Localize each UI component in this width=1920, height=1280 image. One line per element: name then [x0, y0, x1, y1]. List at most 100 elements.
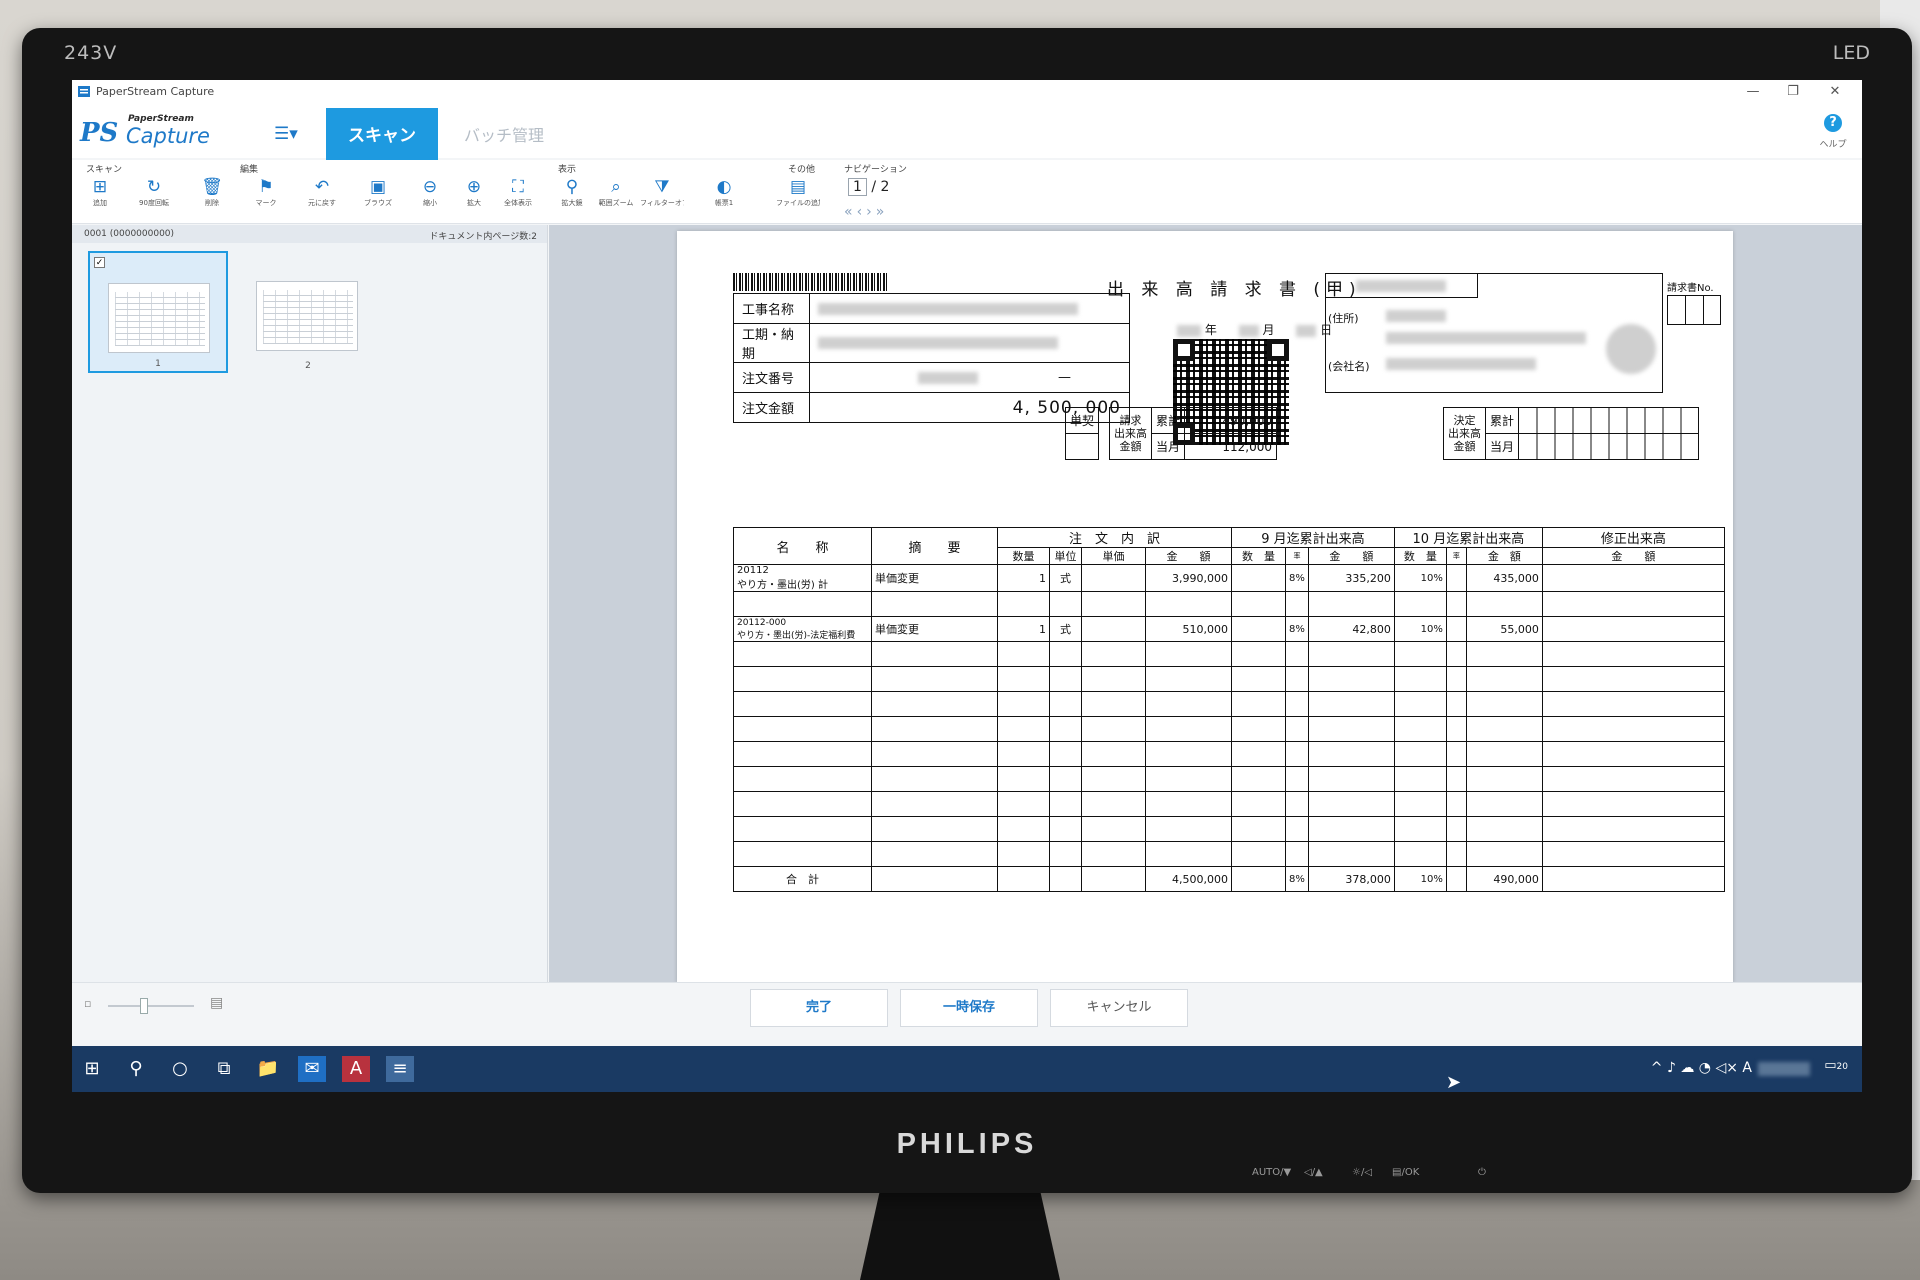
done-button[interactable]: 完了 [750, 989, 888, 1027]
area-zoom-button[interactable]: ⌕ 範囲ズーム [594, 176, 638, 208]
screen: PaperStream Capture — ❐ ✕ PS PaperStream… [72, 80, 1862, 1092]
temp-save-button[interactable]: 一時保存 [900, 989, 1038, 1027]
magnifier-icon: ⚲ [565, 177, 579, 197]
search-icon[interactable]: ⚲ [122, 1056, 150, 1082]
outlook-icon[interactable]: ✉ [298, 1056, 326, 1082]
monitor-stand [860, 1190, 1060, 1280]
osd-volume-button[interactable]: ◁/▲ [1304, 1167, 1323, 1178]
system-tray[interactable]: ^ ♪ ☁ ◔ ◁× A [1651, 1060, 1752, 1076]
browse-button[interactable]: ▣ ブラウズ [356, 176, 400, 208]
cortana-icon[interactable]: ○ [166, 1056, 194, 1082]
thumbnail-image [256, 281, 358, 351]
field-label: 工事名称 [733, 293, 810, 324]
slider-handle[interactable] [140, 998, 148, 1014]
filter-off-button[interactable]: ⧩ フィルターオフ [640, 176, 684, 208]
batch-id: 0001 (0000000000) [84, 229, 175, 239]
start-icon[interactable]: ⊞ [78, 1056, 106, 1082]
paperstream-taskbar-icon[interactable]: ≡ [386, 1056, 414, 1082]
billed-amount-table: 請求 出来高 金額 累計 490,000 当月 112,000 [1109, 407, 1278, 460]
fit-page-button[interactable]: ⛶ 全体表示 [496, 176, 540, 208]
cancel-button[interactable]: キャンセル [1050, 989, 1188, 1027]
add-file-button[interactable]: ▤ファイルの追加 [776, 176, 820, 208]
filter-icon: ⧩ [654, 177, 670, 197]
task-view-icon[interactable]: ⧉ [210, 1056, 238, 1082]
rotate-icon: ↻ [146, 177, 162, 197]
zoom-in-icon: ⊕ [466, 177, 482, 197]
undo-icon: ↶ [314, 177, 330, 197]
company-label: (会社名) [1328, 360, 1370, 373]
order-dash: — [1058, 370, 1071, 385]
group-label-edit: 編集 [240, 165, 259, 175]
page-number-input[interactable]: 1 [848, 178, 867, 196]
undo-button[interactable]: ↶ 元に戻す [300, 176, 344, 208]
rotate-90-button[interactable]: ↻ 90度回転 [132, 176, 176, 208]
order-number-value: — [809, 362, 1130, 393]
window-title: PaperStream Capture [96, 85, 215, 98]
redacted-value [809, 323, 1130, 363]
decided-amount-table: 決定 出来高 金額 累計 当月 [1443, 407, 1700, 460]
help-icon: ? [1824, 114, 1842, 132]
file-explorer-icon[interactable]: 📁 [254, 1056, 282, 1082]
monitor-led-label: LED [1832, 42, 1870, 64]
zoom-in-button[interactable]: ⊕ 拡大 [452, 176, 496, 208]
fit-icon: ⛶ [512, 177, 524, 197]
thumbnail-image [108, 283, 210, 353]
group-label-scan: スキャン [86, 165, 123, 175]
add-scan-button[interactable]: ⊞ 追加 [78, 176, 122, 208]
app-icon [78, 86, 90, 97]
page-nav-arrows[interactable]: «‹›» [844, 204, 888, 220]
page-thumbnail[interactable]: ✓ 1 [88, 251, 228, 373]
decided-label: 決定 出来高 金額 [1443, 407, 1486, 460]
redacted-value [809, 293, 1130, 324]
form-icon: ◐ [716, 177, 732, 197]
access-icon[interactable]: A [342, 1056, 370, 1082]
table-row [733, 716, 1725, 742]
group-label-other: その他 [788, 165, 816, 175]
trash-icon: 🗑 [201, 177, 223, 197]
tab-batch[interactable]: バッチ管理 [448, 108, 560, 164]
page-indicator: 1 / 2 [848, 178, 889, 196]
project-info-table: 工事名称 工期・納期 注文番号 — 注文金額 4, 500, 000 [733, 293, 1130, 423]
total-row: 合 計 4,500,000 8% 378,000 10% 490,000 [733, 866, 1725, 892]
group-label-view: 表示 [558, 165, 577, 175]
table-row [733, 591, 1725, 617]
close-button[interactable]: ✕ [1816, 82, 1854, 102]
page-thumbnail[interactable]: 2 [238, 251, 378, 373]
table-row [733, 841, 1725, 867]
address-label: (住所) [1328, 312, 1359, 325]
table-row: 20112 やり方・墨出(労) 計 単価変更 1 式 3,990,000 8% 3… [733, 564, 1725, 592]
page-preview[interactable]: 出 来 高 請 求 書 (甲) 工事名称 工期・納期 注文番号 — 注文金額 4, … [549, 225, 1862, 983]
checkbox[interactable]: ✓ [94, 257, 105, 268]
minimize-button[interactable]: — [1734, 82, 1772, 102]
contract-label: 単契 [1064, 407, 1100, 434]
group-label-nav: ナビゲーション [844, 165, 907, 175]
hamburger-icon[interactable]: ☰▾ [274, 124, 298, 144]
batch-header: 0001 (0000000000) ドキュメント内ページ数:2 [72, 225, 547, 243]
maximize-button[interactable]: ❐ [1774, 82, 1812, 102]
flag-icon: ⚑ [258, 177, 274, 197]
col-sep: 9 月迄累計出来高 [1231, 527, 1395, 548]
osd-brightness-button[interactable]: ☼/◁ [1352, 1167, 1372, 1178]
paperstream-logo: PS PaperStream Capture [80, 114, 230, 150]
cumulative-label: 累計 [1484, 407, 1520, 434]
tab-scan[interactable]: スキャン [326, 108, 438, 164]
magnifier-button[interactable]: ⚲ 拡大鏡 [550, 176, 594, 208]
zoom-out-button[interactable]: ⊖ 縮小 [408, 176, 452, 208]
page-count: ドキュメント内ページ数:2 [429, 232, 537, 242]
thumbnail-size-slider[interactable] [108, 1005, 194, 1007]
help-button[interactable]: ? ヘルプ [1818, 114, 1848, 151]
windows-taskbar: ⊞ ⚲ ○ ⧉ 📁 ✉ A ≡ ^ ♪ ☁ ◔ ◁× A ▭20 [72, 1046, 1862, 1092]
area-zoom-icon: ⌕ [611, 177, 621, 197]
delete-button[interactable]: 🗑 削除 [190, 176, 234, 208]
form-button[interactable]: ◐ 帳票1 [702, 176, 746, 208]
osd-auto-button[interactable]: AUTO/▼ [1252, 1167, 1291, 1178]
billed-month-value: 112,000 [1184, 433, 1278, 460]
osd-menu-button[interactable]: ▤/OK [1392, 1167, 1419, 1178]
monitor-model: 243V [64, 42, 118, 64]
power-icon[interactable]: ⏻ [1478, 1167, 1486, 1178]
decided-cumulative-cells [1518, 407, 1700, 434]
table-row [733, 641, 1725, 667]
mark-button[interactable]: ⚑ マーク [244, 176, 288, 208]
notification-icon[interactable]: ▭20 [1824, 1058, 1848, 1073]
decided-month-cells [1518, 433, 1700, 460]
